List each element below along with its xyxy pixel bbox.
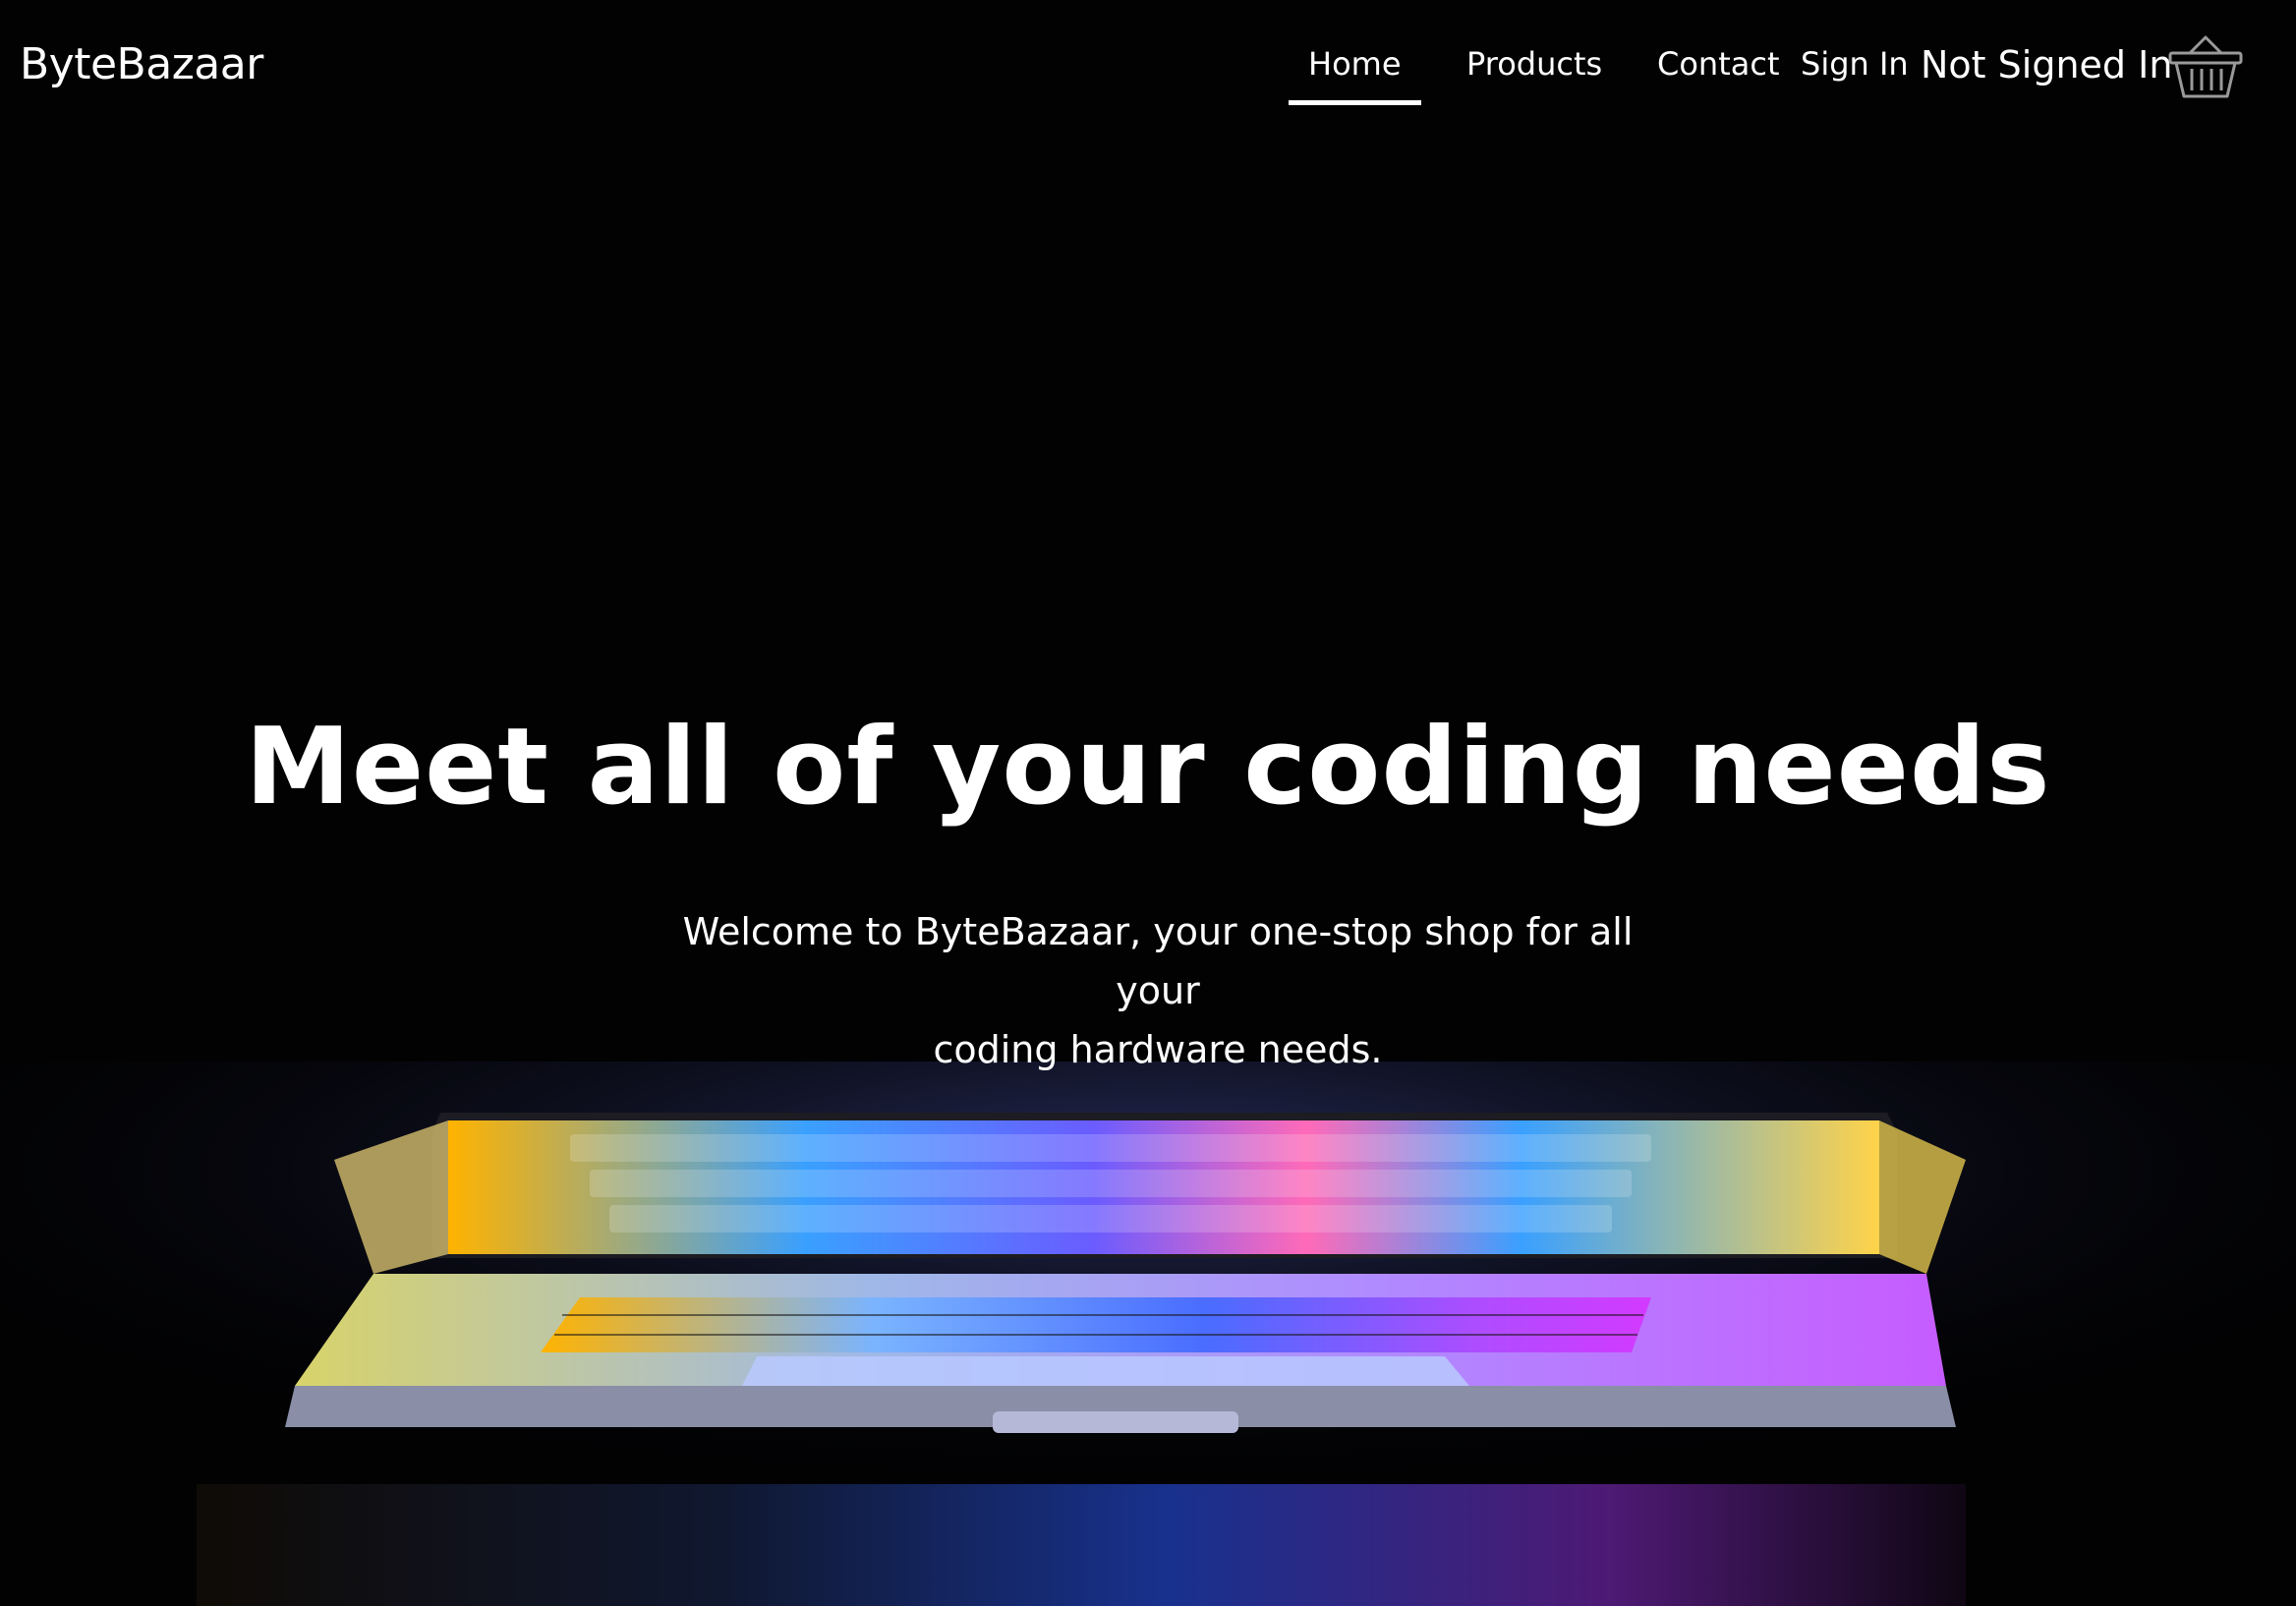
homepage: ByteBazaar Home Products Contact Sign In…	[0, 0, 2296, 1606]
nav-sign-in[interactable]: Sign In	[1801, 45, 1909, 83]
hero-subtitle-line-1: Welcome to ByteBazaar, your one-stop sho…	[682, 910, 1634, 1012]
laptop-rainbow-image	[0, 1061, 2296, 1606]
nav-contact[interactable]: Contact	[1657, 45, 1780, 83]
auth-status: Not Signed In	[1921, 43, 2173, 86]
basket-icon[interactable]	[2166, 33, 2245, 102]
hero-title: Meet all of your coding needs	[245, 706, 2051, 829]
site-header: ByteBazaar Home Products Contact Sign In…	[0, 0, 2296, 138]
brand-logo[interactable]: ByteBazaar	[20, 39, 263, 89]
nav-products[interactable]: Products	[1466, 45, 1602, 83]
nav-home[interactable]: Home	[1289, 45, 1420, 105]
hero-subtitle-line-2: coding hardware needs.	[933, 1028, 1383, 1071]
hero-subtitle: Welcome to ByteBazaar, your one-stop sho…	[647, 902, 1669, 1079]
